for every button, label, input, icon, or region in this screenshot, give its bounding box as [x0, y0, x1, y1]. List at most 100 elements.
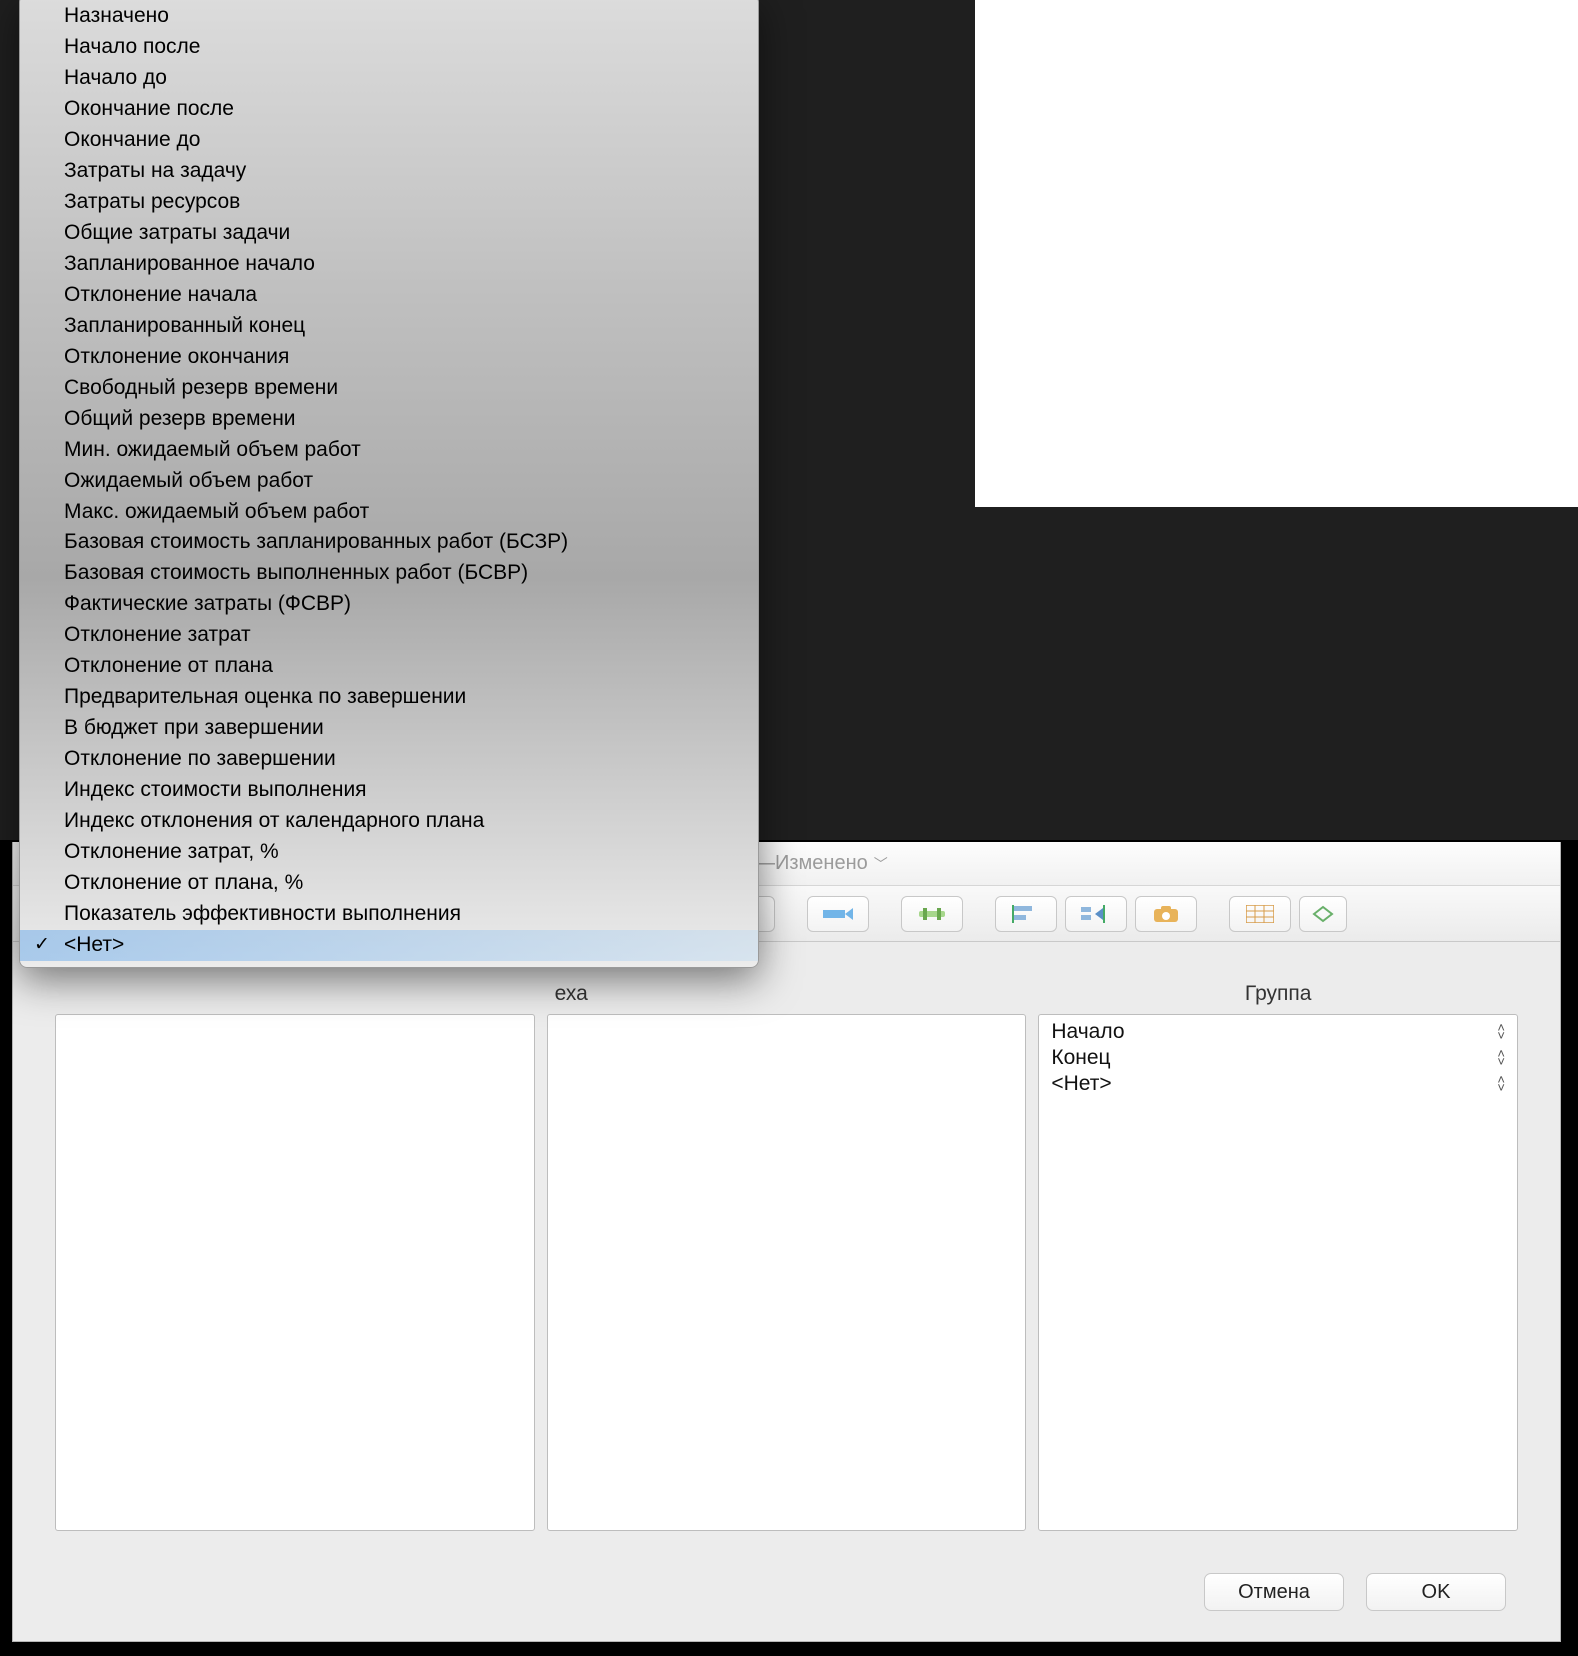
popup-item[interactable]: Показатель эффективности выполнения [20, 899, 758, 930]
popup-item-label: В бюджет при завершении [64, 714, 324, 743]
popup-item-label: Базовая стоимость запланированных работ … [64, 528, 568, 557]
popup-item-label: Окончание после [64, 95, 234, 124]
stepper-icon[interactable]: ˄˅ [1497, 1024, 1505, 1040]
popup-item[interactable]: Начало после [20, 32, 758, 63]
popup-item-label: Фактические затраты (ФСВР) [64, 590, 351, 619]
popup-item[interactable]: Отклонение от плана, % [20, 868, 758, 899]
list-item-label: Конец [1051, 1046, 1110, 1070]
list-item-label: <Нет> [1051, 1072, 1111, 1096]
popup-item[interactable]: Отклонение от плана [20, 651, 758, 682]
popup-item[interactable]: Отклонение по завершении [20, 744, 758, 775]
popup-item[interactable]: Запланированный конец [20, 311, 758, 342]
popup-item[interactable]: Базовая стоимость выполненных работ (БСВ… [20, 558, 758, 589]
snap-icon [1081, 905, 1111, 923]
popup-item[interactable]: Отклонение окончания [20, 342, 758, 373]
background-white-panel [975, 0, 1578, 507]
popup-item[interactable]: Назначено [20, 1, 758, 32]
popup-item-label: Запланированный конец [64, 312, 305, 341]
popup-item[interactable]: Ожидаемый объем работ [20, 466, 758, 497]
align-left-icon [1012, 905, 1040, 923]
list-item[interactable]: Начало ˄˅ [1039, 1019, 1517, 1045]
level-icon [917, 906, 947, 922]
popup-item[interactable]: Предварительная оценка по завершении [20, 682, 758, 713]
popup-item[interactable]: Базовая стоимость запланированных работ … [20, 527, 758, 558]
left-column [55, 982, 535, 1531]
popup-item-label: Начало до [64, 64, 167, 93]
popup-item[interactable]: Затраты на задачу [20, 156, 758, 187]
title-status: Изменено [775, 852, 868, 875]
popup-item[interactable]: Окончание до [20, 125, 758, 156]
popup-item-label: Начало после [64, 33, 201, 62]
grid-icon [1246, 905, 1274, 923]
popup-item-label: Затраты ресурсов [64, 188, 240, 217]
list-item[interactable]: <Нет> ˄˅ [1039, 1071, 1517, 1097]
ok-button-label: OK [1422, 1581, 1451, 1604]
popup-item[interactable]: В бюджет при завершении [20, 713, 758, 744]
cancel-button[interactable]: Отмена [1204, 1573, 1344, 1611]
popup-item[interactable]: Отклонение начала [20, 280, 758, 311]
right-listbox[interactable]: Начало ˄˅ Конец ˄˅ <Нет> ˄˅ [1038, 1014, 1518, 1531]
toolbar-button-align[interactable] [995, 896, 1057, 932]
popup-item[interactable]: Мин. ожидаемый объем работ [20, 435, 758, 466]
popup-item-label: Отклонение затрат, % [64, 838, 279, 867]
popup-item-label: Индекс стоимости выполнения [64, 776, 367, 805]
toolbar-button-snap[interactable] [1065, 896, 1127, 932]
cancel-button-label: Отмена [1238, 1581, 1310, 1604]
chevron-down-icon[interactable]: ﹀ [874, 854, 888, 874]
popup-item[interactable]: Макс. ожидаемый объем работ [20, 497, 758, 528]
popup-item-label: Окончание до [64, 126, 200, 155]
camera-icon [1153, 905, 1179, 923]
popup-item-label: Затраты на задачу [64, 157, 246, 186]
list-item[interactable]: Конец ˄˅ [1039, 1045, 1517, 1071]
toolbar-button-task[interactable] [807, 896, 869, 932]
popup-item[interactable]: ✓ <Нет> [20, 930, 758, 961]
left-listbox[interactable] [55, 1014, 535, 1531]
columns-area: еха Группа Начало˄˅Конец˄˅<Нет>˄˅ [55, 982, 1518, 1531]
popup-item[interactable]: Отклонение затрат [20, 620, 758, 651]
popup-item-label: Базовая стоимость выполненных работ (БСВ… [64, 559, 528, 588]
popup-item[interactable]: Индекс стоимости выполнения [20, 775, 758, 806]
popup-item[interactable]: Общие затраты задачи [20, 218, 758, 249]
toolbar-button-level[interactable] [901, 896, 963, 932]
popup-item-label: Отклонение окончания [64, 343, 289, 372]
diamond-icon [1308, 905, 1338, 923]
popup-item-label: Показатель эффективности выполнения [64, 900, 461, 929]
left-column-header [55, 982, 535, 1014]
ok-button[interactable]: OK [1366, 1573, 1506, 1611]
popup-item[interactable]: Свободный резерв времени [20, 373, 758, 404]
popup-item[interactable]: Окончание после [20, 94, 758, 125]
popup-item[interactable]: Индекс отклонения от календарного плана [20, 806, 758, 837]
popup-item-label: Общий резерв времени [64, 405, 296, 434]
popup-item-label: Отклонение от плана [64, 652, 273, 681]
stepper-icon[interactable]: ˄˅ [1497, 1076, 1505, 1092]
toolbar-button-grid[interactable] [1229, 896, 1291, 932]
popup-item-label: Предварительная оценка по завершении [64, 683, 466, 712]
popup-item[interactable]: Запланированное начало [20, 249, 758, 280]
middle-column-header: еха [547, 982, 1027, 1014]
popup-item-label: Макс. ожидаемый объем работ [64, 498, 369, 527]
popup-item-label: Свободный резерв времени [64, 374, 338, 403]
popup-item-label: Назначено [64, 2, 169, 31]
check-icon: ✓ [34, 932, 50, 958]
list-item-label: Начало [1051, 1020, 1124, 1044]
middle-listbox[interactable] [547, 1014, 1027, 1531]
middle-column: еха [547, 982, 1027, 1531]
popup-item-label: <Нет> [64, 931, 124, 960]
dropdown-popup[interactable]: НазначеноНачало послеНачало доОкончание … [19, 0, 759, 968]
popup-item-label: Отклонение начала [64, 281, 257, 310]
popup-item[interactable]: Общий резерв времени [20, 404, 758, 435]
toolbar-button-diamond[interactable] [1299, 896, 1347, 932]
popup-item-label: Ожидаемый объем работ [64, 467, 313, 496]
popup-item[interactable]: Отклонение затрат, % [20, 837, 758, 868]
middle-column-header-text: еха [555, 982, 588, 1005]
stepper-icon[interactable]: ˄˅ [1497, 1050, 1505, 1066]
popup-item[interactable]: Затраты ресурсов [20, 187, 758, 218]
right-column: Группа Начало˄˅Конец˄˅<Нет>˄˅ [1038, 982, 1518, 1531]
popup-item[interactable]: Фактические затраты (ФСВР) [20, 589, 758, 620]
popup-item[interactable]: Начало до [20, 63, 758, 94]
popup-item-label: Мин. ожидаемый объем работ [64, 436, 361, 465]
popup-item-label: Отклонение по завершении [64, 745, 336, 774]
popup-item-label: Отклонение от плана, % [64, 869, 303, 898]
toolbar-button-camera[interactable] [1135, 896, 1197, 932]
dialog-footer: Отмена OK [1204, 1573, 1506, 1611]
